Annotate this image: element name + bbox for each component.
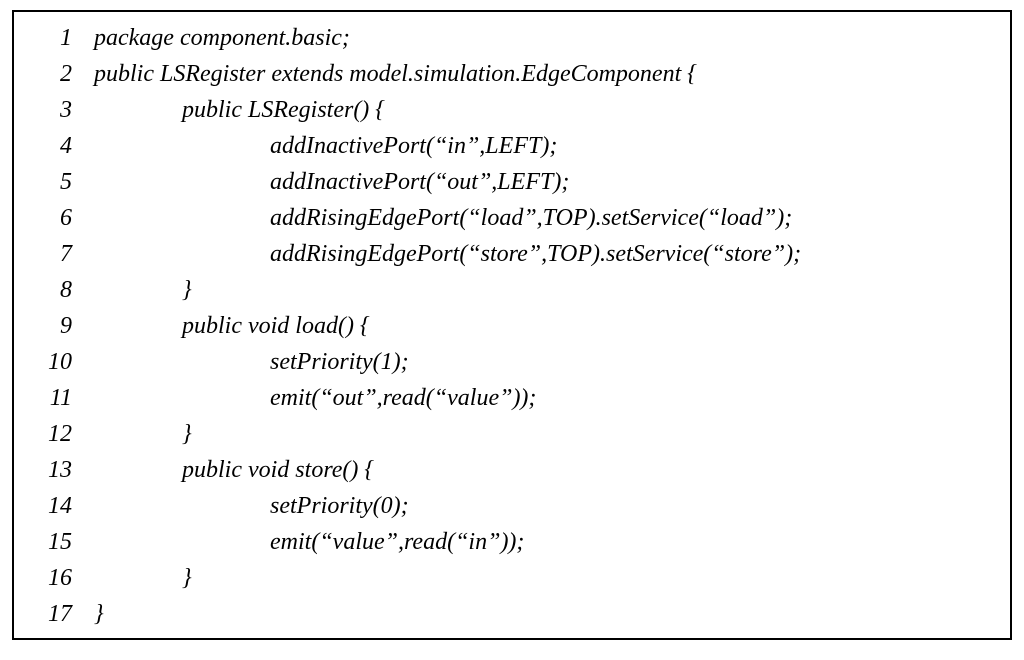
- line-text: }: [94, 596, 104, 632]
- code-line: 9 public void load() {: [26, 308, 998, 344]
- line-number: 4: [26, 128, 94, 164]
- line-text: setPriority(1);: [94, 344, 409, 380]
- line-number: 14: [26, 488, 94, 524]
- code-line: 4 addInactivePort(“in”,LEFT);: [26, 128, 998, 164]
- line-number: 11: [26, 380, 94, 416]
- line-number: 1: [26, 20, 94, 56]
- line-number: 13: [26, 452, 94, 488]
- code-line: 3 public LSRegister() {: [26, 92, 998, 128]
- line-text: addInactivePort(“in”,LEFT);: [94, 128, 557, 164]
- line-text: public void store() {: [94, 452, 374, 488]
- line-number: 5: [26, 164, 94, 200]
- line-number: 7: [26, 236, 94, 272]
- line-number: 10: [26, 344, 94, 380]
- line-text: }: [94, 272, 192, 308]
- code-line: 1 package component.basic;: [26, 20, 998, 56]
- line-text: addInactivePort(“out”,LEFT);: [94, 164, 569, 200]
- code-line: 12 }: [26, 416, 998, 452]
- line-text: package component.basic;: [94, 20, 350, 56]
- line-number: 15: [26, 524, 94, 560]
- code-line: 15 emit(“value”,read(“in”));: [26, 524, 998, 560]
- code-line: 11 emit(“out”,read(“value”));: [26, 380, 998, 416]
- line-number: 2: [26, 56, 94, 92]
- line-number: 9: [26, 308, 94, 344]
- code-listing-frame: 1 package component.basic; 2 public LSRe…: [12, 10, 1012, 640]
- code-line: 13 public void store() {: [26, 452, 998, 488]
- line-text: }: [94, 560, 192, 596]
- line-text: emit(“value”,read(“in”));: [94, 524, 524, 560]
- code-line: 8 }: [26, 272, 998, 308]
- line-text: }: [94, 416, 192, 452]
- code-line: 16 }: [26, 560, 998, 596]
- line-text: emit(“out”,read(“value”));: [94, 380, 536, 416]
- line-text: addRisingEdgePort(“load”,TOP).setService…: [94, 200, 792, 236]
- line-number: 16: [26, 560, 94, 596]
- code-line: 14 setPriority(0);: [26, 488, 998, 524]
- line-number: 3: [26, 92, 94, 128]
- line-text: public LSRegister() {: [94, 92, 385, 128]
- code-line: 10 setPriority(1);: [26, 344, 998, 380]
- code-line: 6 addRisingEdgePort(“load”,TOP).setServi…: [26, 200, 998, 236]
- line-number: 6: [26, 200, 94, 236]
- line-number: 8: [26, 272, 94, 308]
- code-line: 5 addInactivePort(“out”,LEFT);: [26, 164, 998, 200]
- line-number: 12: [26, 416, 94, 452]
- line-text: public void load() {: [94, 308, 370, 344]
- line-text: setPriority(0);: [94, 488, 409, 524]
- line-text: public LSRegister extends model.simulati…: [94, 56, 697, 92]
- line-number: 17: [26, 596, 94, 632]
- code-line: 2 public LSRegister extends model.simula…: [26, 56, 998, 92]
- code-line: 7 addRisingEdgePort(“store”,TOP).setServ…: [26, 236, 998, 272]
- code-line: 17 }: [26, 596, 998, 632]
- line-text: addRisingEdgePort(“store”,TOP).setServic…: [94, 236, 801, 272]
